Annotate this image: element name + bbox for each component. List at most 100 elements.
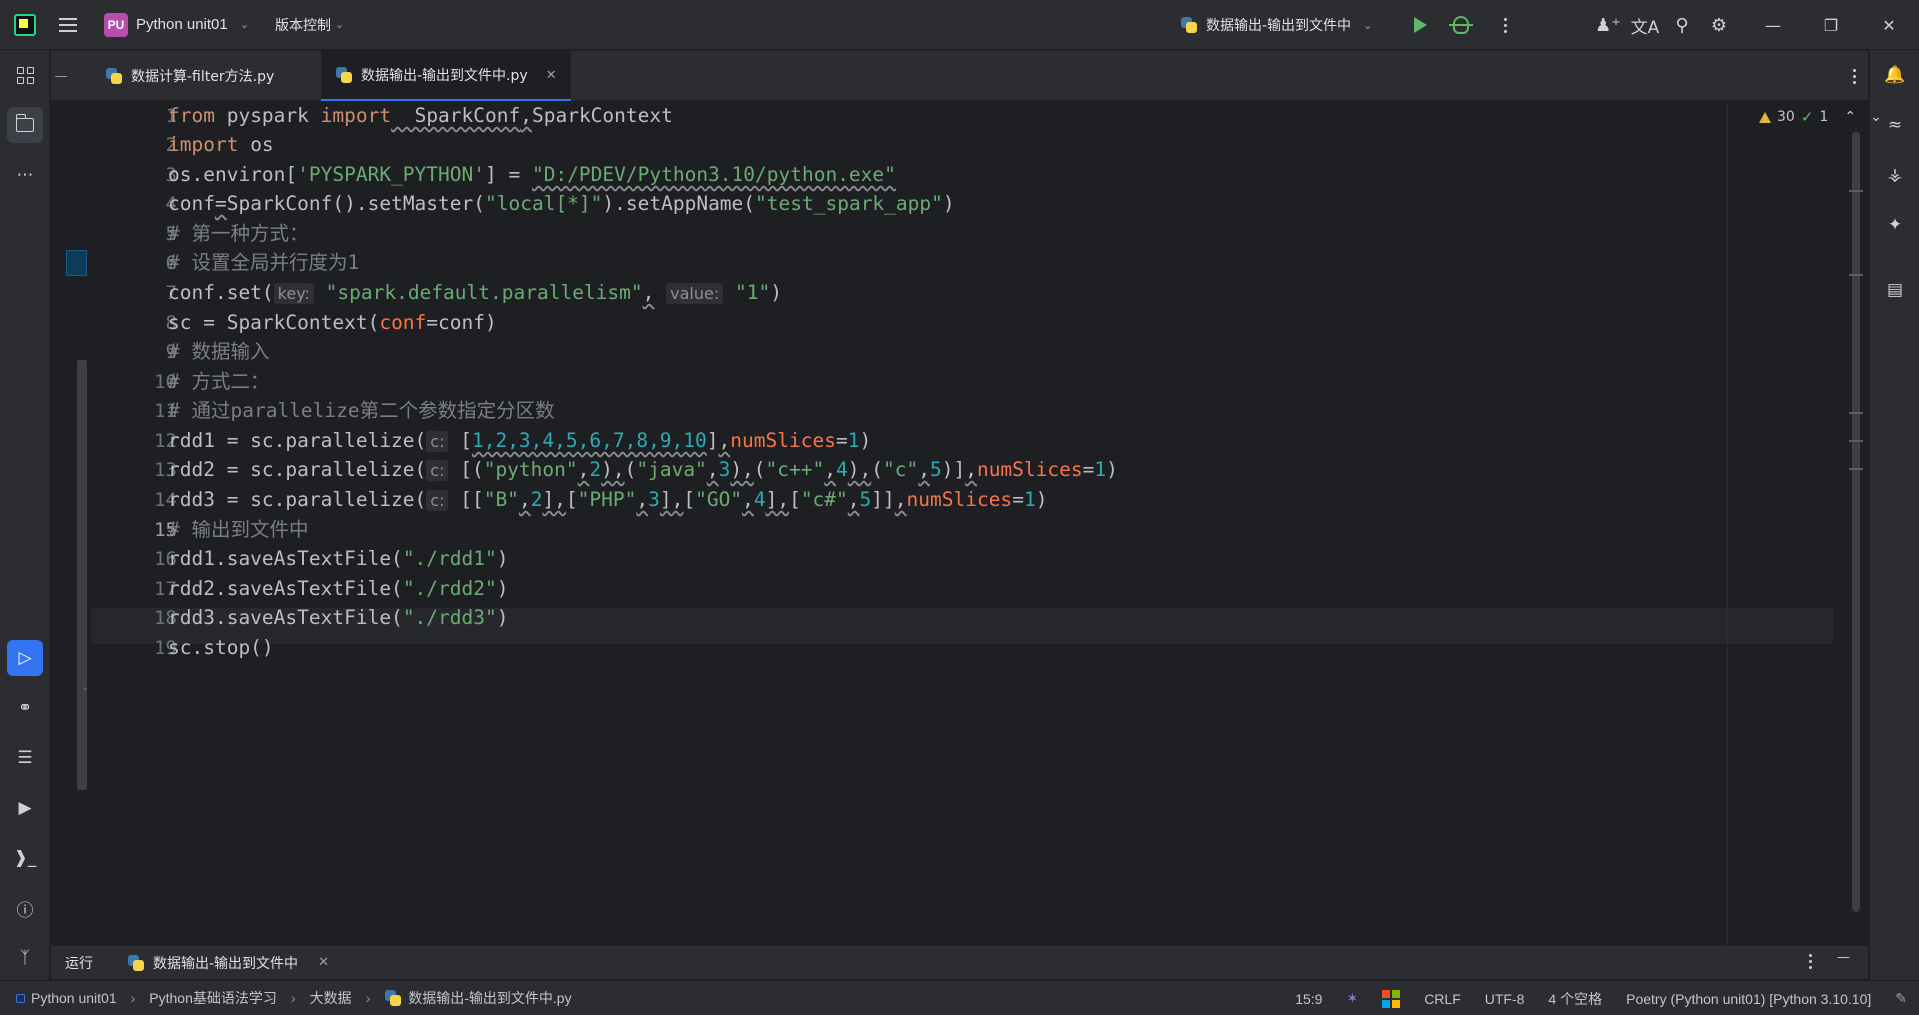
breadcrumb-item[interactable]: Python基础语法学习 xyxy=(149,988,277,1008)
more-tools-button[interactable]: ⋯ xyxy=(7,157,43,193)
run-button[interactable] xyxy=(1400,0,1440,50)
param-hint: key: xyxy=(273,283,314,304)
vertical-scrollbar[interactable] xyxy=(1852,132,1860,912)
structure-icon xyxy=(16,66,34,84)
minimize-button[interactable]: — xyxy=(1745,0,1801,50)
terminal-button[interactable]: ❱_ xyxy=(7,840,43,876)
windows-icon[interactable] xyxy=(1370,989,1412,1008)
settings-icon: ⚙ xyxy=(1710,14,1728,36)
warning-stripe[interactable] xyxy=(1849,412,1863,414)
file-encoding[interactable]: UTF-8 xyxy=(1473,991,1537,1007)
run-tool-window-header: 运行 数据输出-输出到文件中 ✕ — xyxy=(51,945,1868,979)
collapse-icon[interactable]: — xyxy=(51,51,71,101)
ai-assistant-button[interactable]: ≈ xyxy=(1877,107,1913,143)
run-icon: ▷ xyxy=(18,648,32,668)
tab-output-to-file[interactable]: 数据输出-输出到文件中.py ✕ xyxy=(321,51,571,101)
run-configuration-selector[interactable]: 数据输出-输出到文件中 ⌄ xyxy=(1180,0,1372,50)
services-button[interactable]: ▶ xyxy=(7,790,43,826)
document-icon: ▤ xyxy=(1886,280,1904,300)
ide-logo-icon[interactable] xyxy=(0,0,50,50)
caret-position[interactable]: 15:9 xyxy=(1283,991,1334,1007)
status-bar: Python unit01 › Python基础语法学习 › 大数据 › 数据输… xyxy=(0,980,1919,1015)
folder-icon xyxy=(15,114,34,132)
more-icon xyxy=(1853,68,1856,84)
previous-highlight-icon[interactable]: ⌃ xyxy=(1844,109,1856,125)
debug-icon xyxy=(1449,16,1473,34)
settings-button[interactable]: ⚙ xyxy=(1699,0,1739,50)
tab-options-button[interactable] xyxy=(1853,51,1856,101)
project-selector[interactable]: PU Python unit01 ⌄ xyxy=(98,9,255,41)
notifications-button[interactable]: 🔔 xyxy=(1877,57,1913,93)
chevron-down-icon: ⌄ xyxy=(1363,18,1373,32)
translate-button[interactable]: 文A xyxy=(1625,0,1665,50)
search-icon: ⚲ xyxy=(1675,14,1689,36)
warning-stripe[interactable] xyxy=(1849,274,1863,276)
restore-button[interactable]: ❐ xyxy=(1803,0,1859,50)
add-user-icon: ♟⁺ xyxy=(1595,14,1621,36)
debug-button[interactable] xyxy=(1441,0,1481,50)
warning-icon xyxy=(1759,111,1771,123)
ai-status-icon[interactable]: ✶ xyxy=(1334,990,1370,1007)
git-button[interactable]: ᛉ xyxy=(7,940,43,976)
indent-setting[interactable]: 4 个空格 xyxy=(1536,989,1614,1009)
problems-button[interactable]: ⓘ xyxy=(7,890,43,926)
python-console-button[interactable]: ⚭ xyxy=(7,690,43,726)
close-tab-icon[interactable]: ✕ xyxy=(546,68,557,83)
run-tab-label: 数据输出-输出到文件中 xyxy=(153,955,299,972)
search-button[interactable]: ⚲ xyxy=(1662,0,1702,50)
param-hint: value: xyxy=(666,283,724,304)
breadcrumb: Python unit01 › Python基础语法学习 › 大数据 › 数据输… xyxy=(16,988,572,1008)
horizontal-scroll-indicator[interactable] xyxy=(77,360,87,790)
close-window-button[interactable]: ✕ xyxy=(1861,0,1917,50)
python-interpreter[interactable]: Poetry (Python unit01) [Python 3.10.10] xyxy=(1614,991,1883,1007)
module-icon xyxy=(16,993,25,1003)
python-icon: ⚭ xyxy=(17,698,33,718)
python-file-icon xyxy=(384,989,402,1007)
more-icon xyxy=(1809,954,1812,969)
code-with-me-button[interactable]: ♟⁺ xyxy=(1588,0,1628,50)
ok-count: 1 xyxy=(1819,109,1829,125)
next-highlight-icon[interactable]: ⌄ xyxy=(1870,109,1882,125)
run-tab[interactable]: 数据输出-输出到文件中 ✕ xyxy=(127,953,329,973)
run-config-label: 数据输出-输出到文件中 xyxy=(1206,18,1352,34)
code-editor[interactable]: ⌄ 1 2 3 4 5 6 7 8 9 10 11 12 13 14 15 16… xyxy=(51,102,1882,945)
warning-stripe[interactable] xyxy=(1849,468,1863,470)
database-button[interactable]: ⚶ xyxy=(1877,157,1913,193)
warning-stripe[interactable] xyxy=(1849,440,1863,442)
check-icon: ✓ xyxy=(1800,108,1814,126)
text-view-button[interactable]: ▤ xyxy=(1877,272,1913,308)
sciview-button[interactable]: ✦ xyxy=(1877,207,1913,243)
param-hint: c: xyxy=(426,490,449,511)
vcs-label: 版本控制 xyxy=(274,17,331,34)
breadcrumb-item[interactable]: Python unit01 xyxy=(31,990,117,1006)
run-tool-button[interactable]: ▷ xyxy=(7,640,43,676)
param-hint: c: xyxy=(426,431,449,452)
line-separator[interactable]: CRLF xyxy=(1412,991,1473,1007)
tab-label: 数据计算-filter方法.py xyxy=(131,69,275,85)
code-lines[interactable]: from pyspark import SparkConf,SparkConte… xyxy=(168,102,1708,945)
breadcrumb-item[interactable]: 大数据 xyxy=(310,988,352,1008)
python-file-icon xyxy=(1180,16,1198,34)
status-widgets: 15:9 ✶ CRLF UTF-8 4 个空格 Poetry (Python u… xyxy=(1283,981,1919,1015)
breadcrumb-item[interactable]: 数据输出-输出到文件中.py xyxy=(408,988,571,1008)
more-horizontal-icon: ⋯ xyxy=(16,165,34,185)
warning-stripe[interactable] xyxy=(1849,190,1863,192)
lock-icon[interactable]: ✎ xyxy=(1883,990,1919,1007)
hamburger-menu-icon[interactable] xyxy=(50,0,86,50)
close-tab-icon[interactable]: ✕ xyxy=(318,955,329,970)
bookmark-marker[interactable] xyxy=(66,250,87,276)
python-packages-button[interactable]: ☰ xyxy=(7,740,43,776)
translate-icon: 文A xyxy=(1630,17,1660,38)
project-tool-button[interactable] xyxy=(7,107,43,143)
tab-filter-method[interactable]: 数据计算-filter方法.py xyxy=(91,51,288,101)
structure-tool-button[interactable] xyxy=(7,57,43,93)
fold-icon[interactable]: ⌄ xyxy=(81,682,89,693)
python-file-icon xyxy=(127,954,145,972)
play-icon xyxy=(1413,17,1427,33)
hide-panel-button[interactable]: — xyxy=(1837,950,1850,965)
notifications-icon: 🔔 xyxy=(1884,65,1906,85)
more-actions-button[interactable] xyxy=(1485,0,1525,50)
inspection-widget[interactable]: 30 ✓ 1 ⌃ ⌄ xyxy=(1759,108,1882,126)
run-options-button[interactable] xyxy=(1809,954,1812,969)
vcs-menu[interactable]: 版本控制 ⌄ xyxy=(275,15,344,35)
